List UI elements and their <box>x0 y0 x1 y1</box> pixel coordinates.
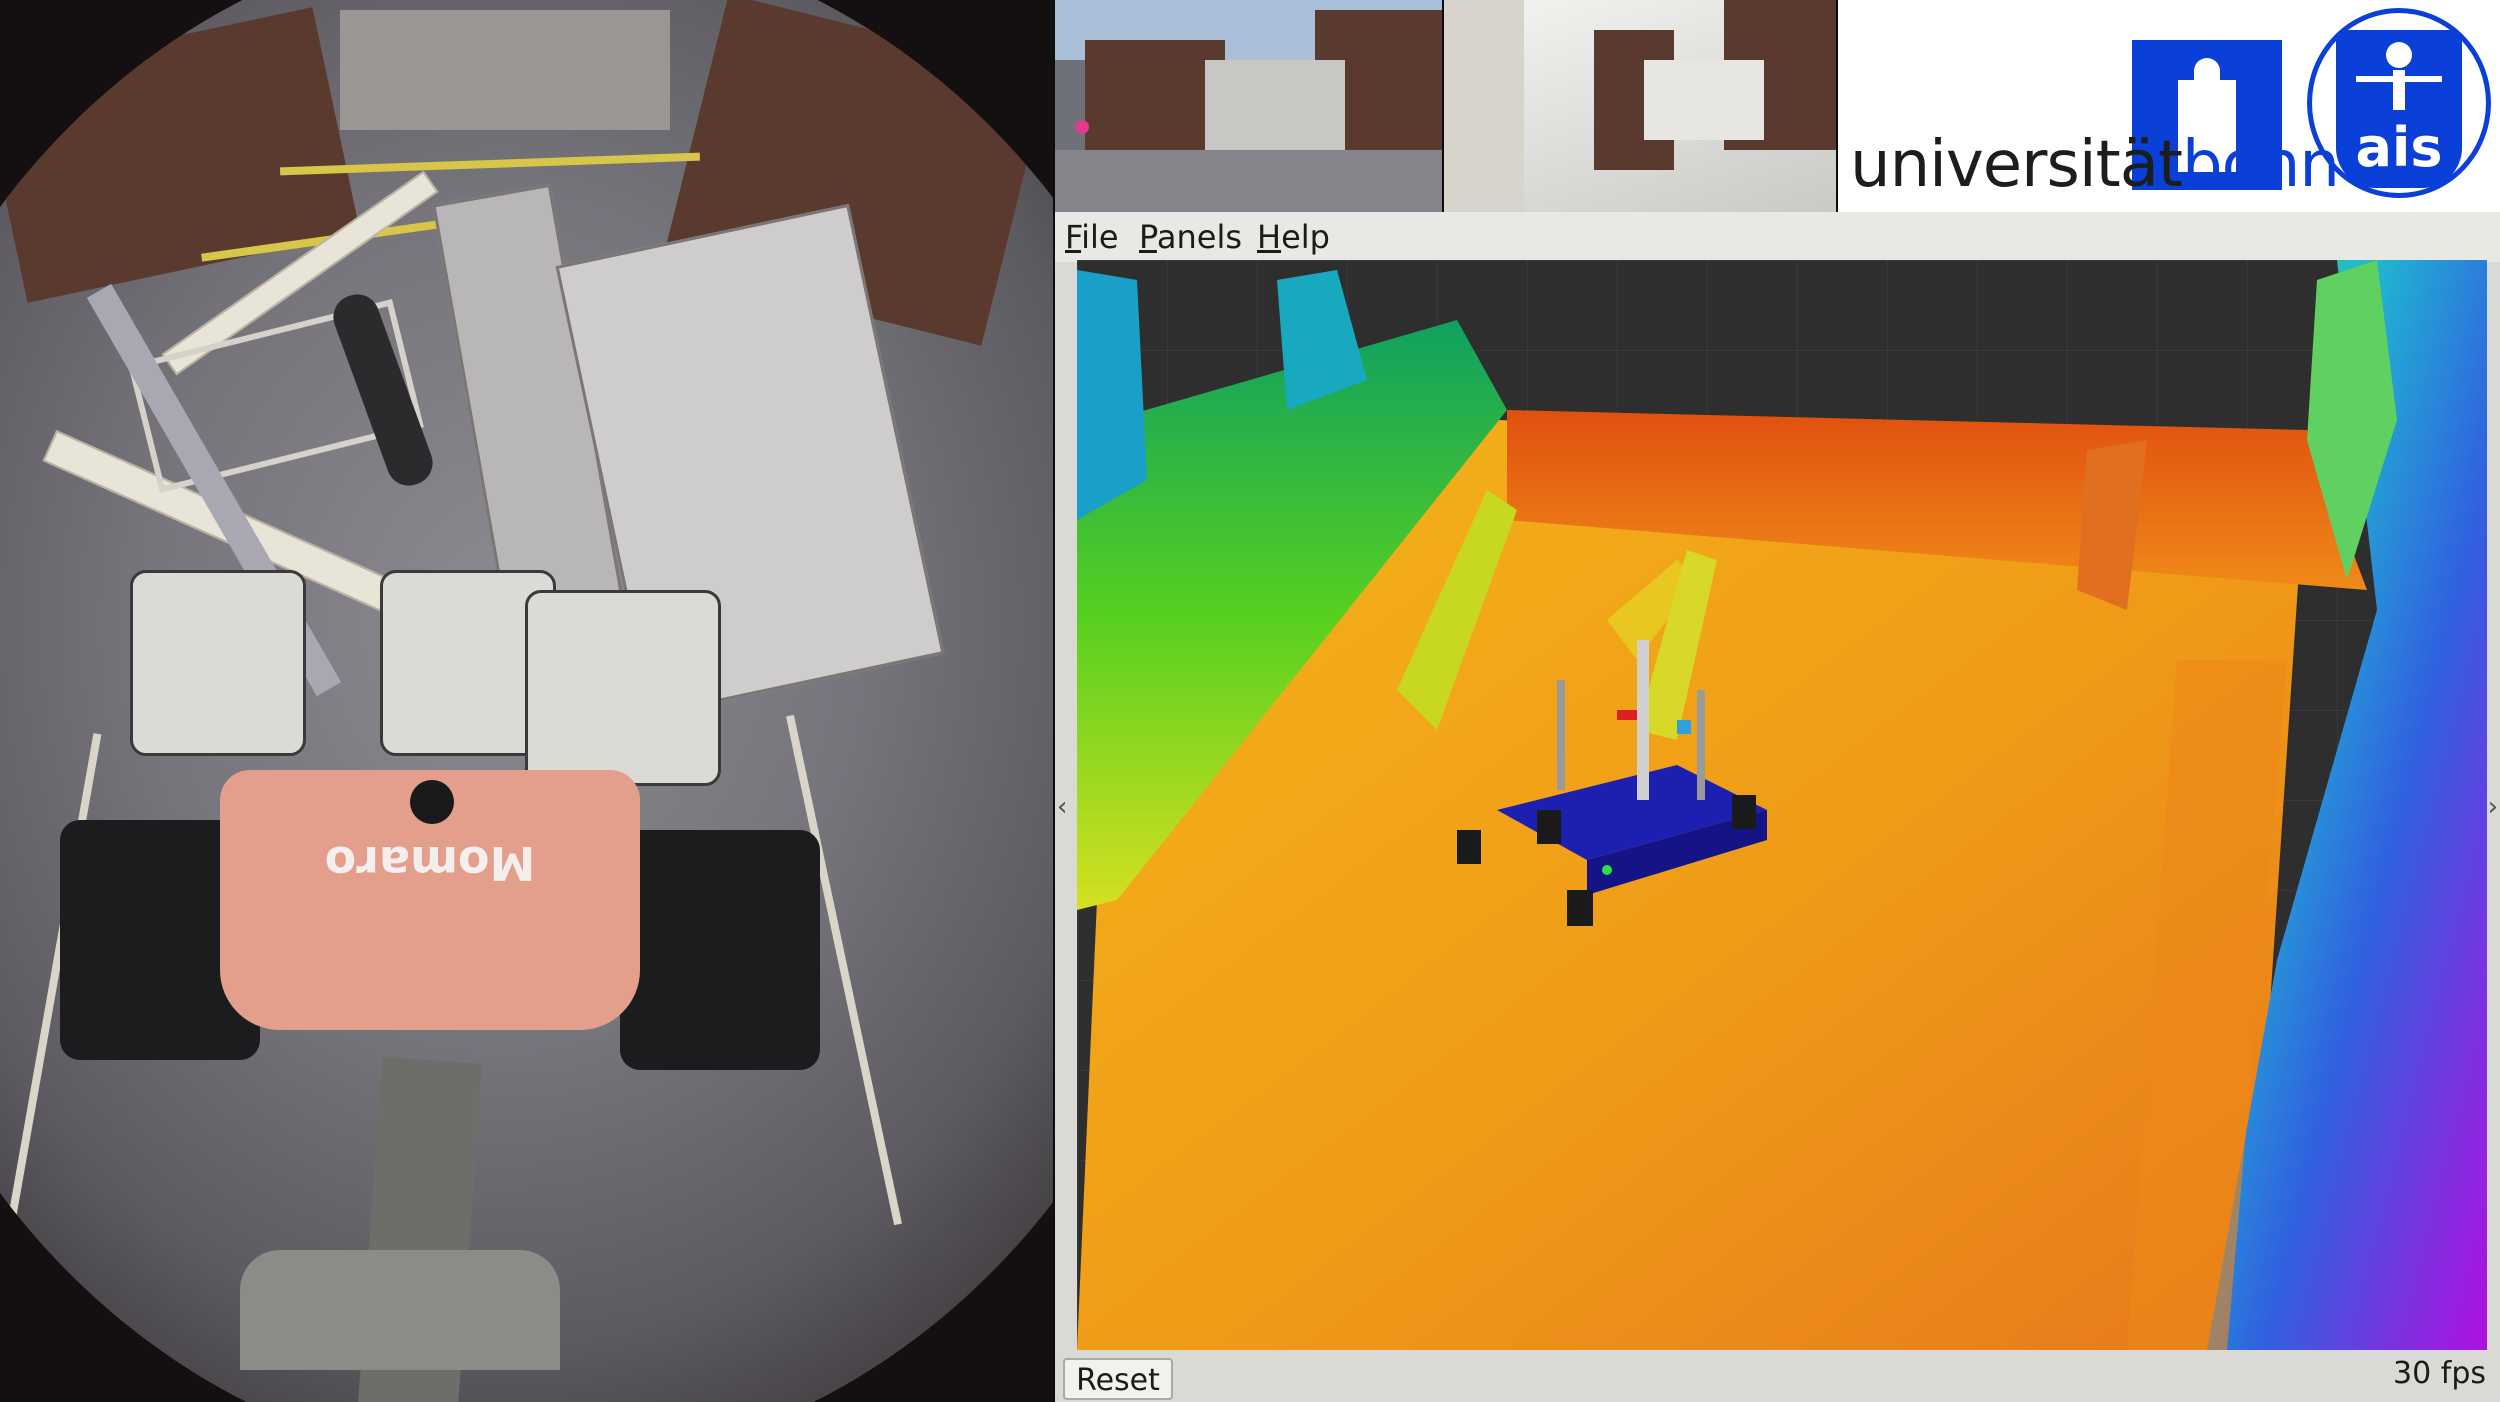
tower-dome-icon <box>2194 58 2220 88</box>
gripper-camera-thumbnail <box>1444 0 1836 212</box>
robot-arm-model-2 <box>1697 690 1705 800</box>
menu-panels-accel: P <box>1139 218 1157 256</box>
vitruvian-torso-icon <box>2393 70 2405 110</box>
robot-wheel <box>1537 810 1561 844</box>
university-wordmark: universitätbonn <box>1850 128 2340 202</box>
robot-name-label: Momaro <box>324 836 536 890</box>
robot-arm-edge <box>1444 0 1524 212</box>
collapse-left-arrow-icon[interactable]: ‹ <box>1057 792 1067 822</box>
fisheye-lens-image: Momaro <box>0 0 1053 1402</box>
menu-file-accel: F <box>1065 218 1082 256</box>
menu-help-rest: elp <box>1281 218 1330 256</box>
robot-marker-cyan <box>1677 720 1691 734</box>
3d-viewport[interactable] <box>1077 260 2487 1350</box>
fisheye-camera-view: Momaro <box>0 0 1053 1402</box>
menu-file[interactable]: File <box>1065 218 1119 256</box>
fps-counter: 30 fps <box>2393 1356 2486 1391</box>
robot-base-frame <box>240 1250 560 1370</box>
robot-marker-green <box>1602 865 1612 875</box>
robot-wheel-3 <box>1732 795 1756 829</box>
menu-help-accel: H <box>1257 218 1282 256</box>
pointcloud-left-wall-top <box>1077 270 1147 520</box>
menu-panels-rest: anels <box>1156 218 1242 256</box>
right-gripper <box>525 590 721 786</box>
menu-panels[interactable]: Panels <box>1139 218 1242 256</box>
right-motor-pack <box>620 830 820 1070</box>
floor <box>1055 150 1442 212</box>
container <box>1644 60 1764 140</box>
robot-wheel-4 <box>1567 890 1593 926</box>
menu-bar: File Panels Help <box>1055 212 2500 262</box>
robot-torso: Momaro <box>220 770 640 1030</box>
vitruvian-head-icon <box>2386 42 2412 68</box>
university-prefix: universität <box>1850 128 2183 202</box>
ais-wordmark: ais <box>2355 116 2443 179</box>
robot-arm-model <box>1557 680 1565 790</box>
front-camera-thumbnail <box>1055 0 1442 212</box>
robot-marker-red <box>1617 710 1637 720</box>
logo-panel: universitätbonn ais <box>1838 0 2500 212</box>
rviz-window: File Panels Help ‹ › Reset 30 fps <box>1055 212 2500 1402</box>
fence <box>1205 60 1345 150</box>
marker-dot <box>1075 120 1089 134</box>
pointcloud-render <box>1077 260 2487 1350</box>
left-gripper <box>130 570 306 756</box>
robot-mast-model <box>1637 640 1649 800</box>
menu-file-rest: ile <box>1081 218 1119 256</box>
background-stairs <box>340 10 670 130</box>
robot-wheel-2 <box>1457 830 1481 864</box>
status-bar: Reset 30 fps <box>1055 1350 2500 1402</box>
menu-help[interactable]: Help <box>1257 218 1330 256</box>
robot-sensor-dome <box>410 780 454 824</box>
reset-button[interactable]: Reset <box>1063 1358 1173 1400</box>
collapse-right-arrow-icon[interactable]: › <box>2488 792 2498 822</box>
